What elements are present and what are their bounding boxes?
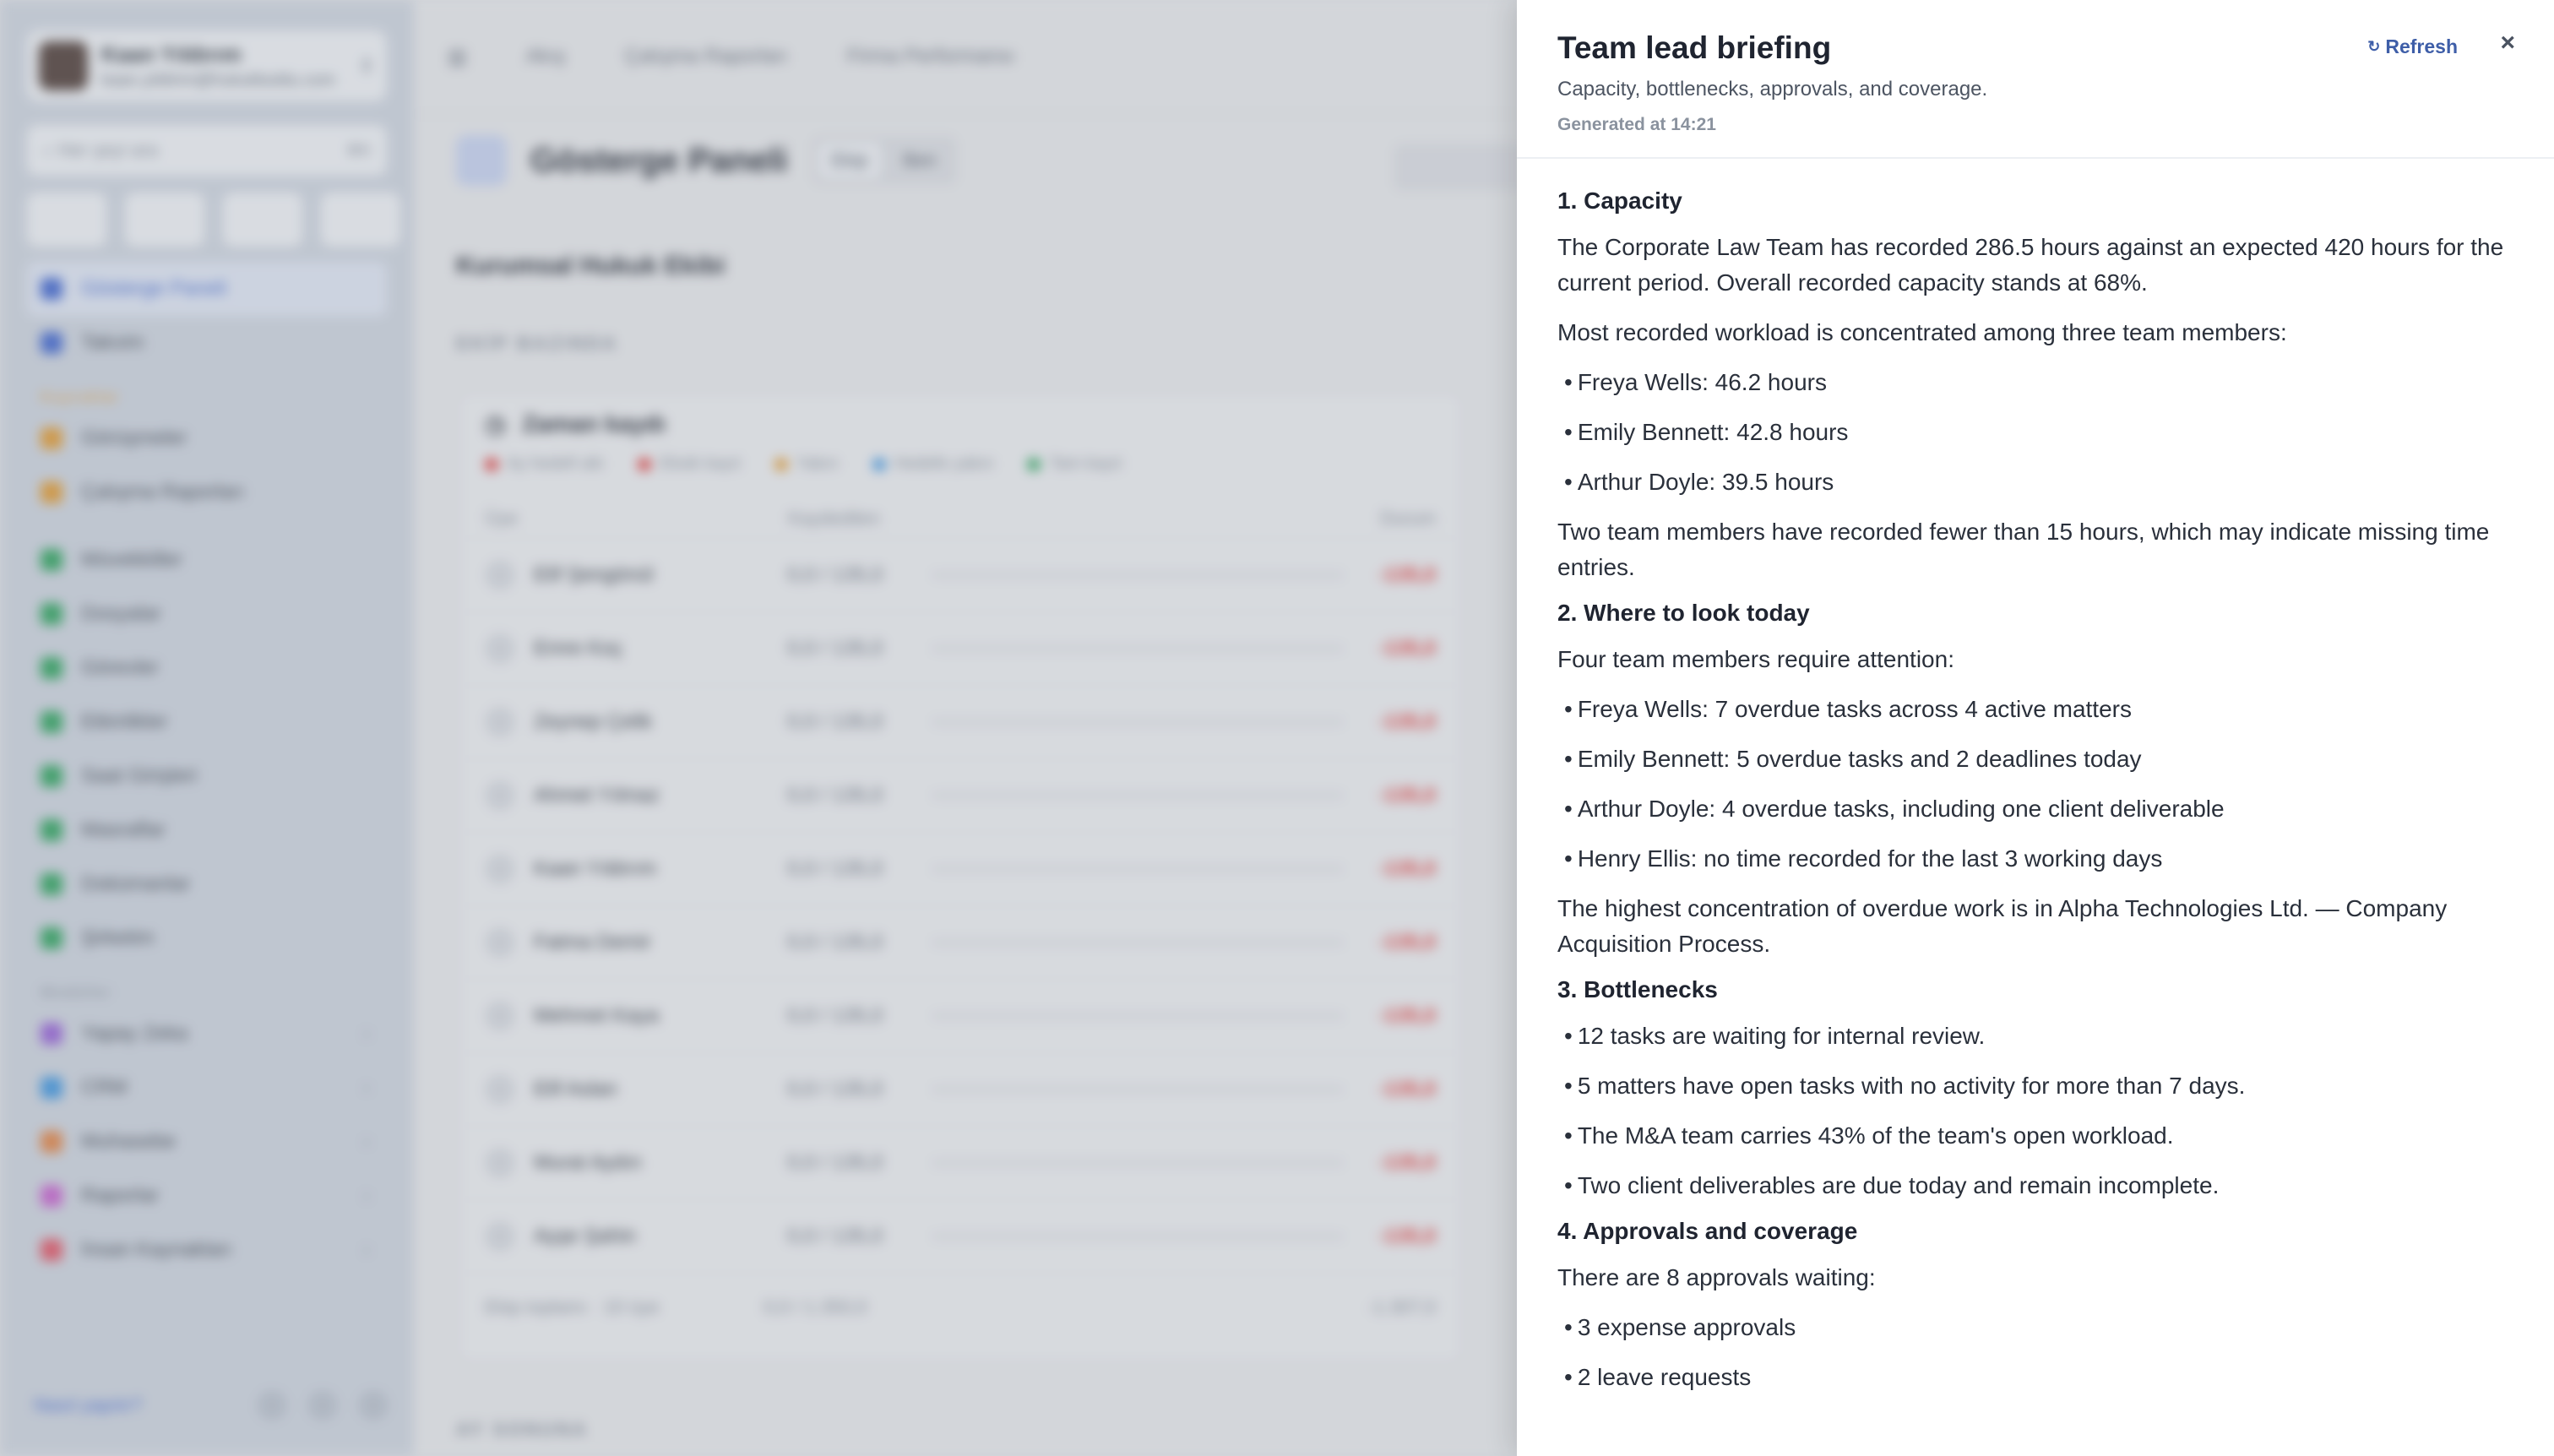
modal-backdrop[interactable] [0,0,1517,1456]
close-icon: × [2500,29,2515,57]
list-item: Freya Wells: 46.2 hours [1557,365,2513,400]
briefing-section-where-to-look: 2. Where to look today Four team members… [1557,600,2513,962]
paragraph: The Corporate Law Team has recorded 286.… [1557,234,2504,296]
briefing-drawer: Team lead briefing Capacity, bottlenecks… [1517,0,2554,1456]
list-item: Emily Bennett: 5 overdue tasks and 2 dea… [1557,742,2513,777]
paragraph: Two team members have recorded fewer tha… [1557,519,2490,580]
refresh-icon: ↻ [2367,38,2381,55]
drawer-body: 1. Capacity The Corporate Law Team has r… [1517,159,2554,1395]
list-item: Arthur Doyle: 39.5 hours [1557,465,2513,500]
generated-timestamp: Generated at 14:21 [1557,115,1716,134]
refresh-button[interactable]: ↻ Refresh [2367,35,2458,58]
list-item: 3 expense approvals [1557,1310,2513,1345]
list-item: Two client deliverables are due today an… [1557,1168,2513,1203]
section-title: 4. Approvals and coverage [1557,1218,1858,1244]
refresh-label: Refresh [2385,35,2458,57]
list-item: 12 tasks are waiting for internal review… [1557,1019,2513,1054]
drawer-subtitle: Capacity, bottlenecks, approvals, and co… [1557,78,1988,101]
briefing-section-approvals: 4. Approvals and coverage There are 8 ap… [1557,1218,2513,1395]
list-item: Arthur Doyle: 4 overdue tasks, including… [1557,791,2513,827]
section-title: 3. Bottlenecks [1557,976,1718,1002]
paragraph: There are 8 approvals waiting: [1557,1264,1876,1290]
list-item: Henry Ellis: no time recorded for the la… [1557,841,2513,877]
briefing-section-capacity: 1. Capacity The Corporate Law Team has r… [1557,187,2513,585]
briefing-section-bottlenecks: 3. Bottlenecks 12 tasks are waiting for … [1557,976,2513,1203]
section-title: 2. Where to look today [1557,600,1810,626]
paragraph: The highest concentration of overdue wor… [1557,895,2448,957]
drawer-header: Team lead briefing Capacity, bottlenecks… [1517,0,2554,159]
paragraph: Most recorded workload is concentrated a… [1557,319,2287,345]
section-title: 1. Capacity [1557,187,1682,214]
list-item: Emily Bennett: 42.8 hours [1557,415,2513,450]
list-item: 5 matters have open tasks with no activi… [1557,1068,2513,1104]
list-item: Freya Wells: 7 overdue tasks across 4 ac… [1557,692,2513,727]
paragraph: Four team members require attention: [1557,646,1954,672]
list-item: 2 leave requests [1557,1360,2513,1395]
close-button[interactable]: × [2500,29,2515,57]
list-item: The M&A team carries 43% of the team's o… [1557,1118,2513,1154]
